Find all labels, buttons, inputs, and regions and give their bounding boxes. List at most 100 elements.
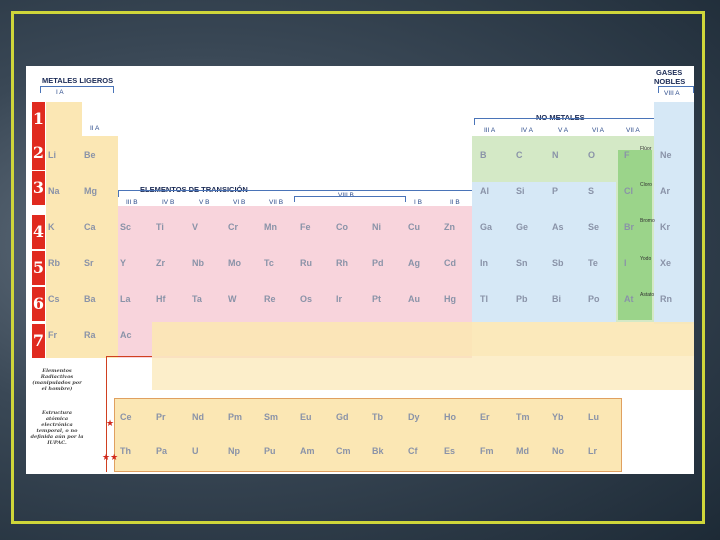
period-3-marker: 3 <box>32 171 45 205</box>
element-symbol-np: Np <box>228 446 240 456</box>
element-symbol-b: B <box>480 150 487 160</box>
element-symbol-sn: Sn <box>516 258 528 268</box>
element-symbol-v: V <box>192 222 199 232</box>
element-symbol-pr: Pr <box>156 412 166 422</box>
periodic-table-sheet: METALES LIGEROS I A II A GASES NOBLES VI… <box>26 66 694 474</box>
radioactive-note: Elementos Radiactivos (manipulados por e… <box>32 368 82 392</box>
element-symbol-cl: Cl <box>624 186 633 196</box>
element-symbol-p: P <box>552 186 559 196</box>
element-symbol-tb: Tb <box>372 412 383 422</box>
element-symbol-bi: Bi <box>552 294 561 304</box>
halogen-name-cl: Cloro <box>640 182 652 188</box>
lanthanide-actinide-block <box>114 398 622 472</box>
element-symbol-am: Am <box>300 446 315 456</box>
element-symbol-pa: Pa <box>156 446 168 456</box>
element-symbol-mn: Mn <box>264 222 277 232</box>
noble-gases-header-2: NOBLES <box>654 77 686 86</box>
viii-b-bracket <box>294 196 406 202</box>
element-symbol-ag: Ag <box>408 258 420 268</box>
element-symbol-cf: Cf <box>408 446 418 456</box>
actinide-stars-icon: ★★ <box>102 452 119 462</box>
element-symbol-te: Te <box>588 258 598 268</box>
element-symbol-sr: Sr <box>84 258 94 268</box>
element-symbol-zn: Zn <box>444 222 455 232</box>
element-symbol-er: Er <box>480 412 490 422</box>
element-symbol-s: S <box>588 186 595 196</box>
element-symbol-i: I <box>624 258 627 268</box>
element-symbol-as: As <box>552 222 564 232</box>
group-iiia-label: III A <box>484 127 496 134</box>
group-iib-label: II B <box>450 199 460 206</box>
element-symbol-nd: Nd <box>192 412 204 422</box>
group-iia-block <box>82 136 118 358</box>
element-symbol-tl: Tl <box>480 294 488 304</box>
element-symbol-ce: Ce <box>120 412 132 422</box>
element-symbol-xe: Xe <box>660 258 672 268</box>
element-symbol-n: N <box>552 150 559 160</box>
non-metals-bracket <box>474 118 656 125</box>
element-symbol-sc: Sc <box>120 222 132 232</box>
element-symbol-ar: Ar <box>660 186 671 196</box>
element-symbol-ta: Ta <box>192 294 202 304</box>
element-symbol-ga: Ga <box>480 222 493 232</box>
element-symbol-ni: Ni <box>372 222 381 232</box>
period-1-marker: 1 <box>32 102 45 136</box>
group-iia-label: II A <box>90 125 100 132</box>
element-symbol-zr: Zr <box>156 258 165 268</box>
element-symbol-pu: Pu <box>264 446 276 456</box>
element-symbol-co: Co <box>336 222 348 232</box>
element-symbol-y: Y <box>120 258 127 268</box>
period-5-marker: 5 <box>32 251 45 285</box>
element-symbol-br: Br <box>624 222 635 232</box>
group-ib-label: I B <box>414 199 422 206</box>
element-symbol-rh: Rh <box>336 258 348 268</box>
group-ivb-label: IV B <box>162 199 175 206</box>
iupac-note: Estructura atómica electrónica temporal,… <box>30 410 84 446</box>
period-4-marker: 4 <box>32 215 45 249</box>
element-symbol-sm: Sm <box>264 412 279 422</box>
element-symbol-kr: Kr <box>660 222 671 232</box>
connector-line-top <box>106 356 152 357</box>
element-symbol-sb: Sb <box>552 258 564 268</box>
noble-gases-header-1: GASES <box>656 68 683 77</box>
element-symbol-dy: Dy <box>408 412 420 422</box>
element-symbol-pt: Pt <box>372 294 381 304</box>
halogen-name-br: Bromo <box>640 218 655 224</box>
element-symbol-cd: Cd <box>444 258 456 268</box>
group-va-label: V A <box>558 127 569 134</box>
period-7-marker: 7 <box>32 324 45 358</box>
element-symbol-la: La <box>120 294 131 304</box>
element-symbol-se: Se <box>588 222 600 232</box>
element-symbol-ti: Ti <box>156 222 164 232</box>
element-symbol-hf: Hf <box>156 294 166 304</box>
element-symbol-tm: Tm <box>516 412 530 422</box>
element-symbol-at: At <box>624 294 634 304</box>
group-vib-label: VI B <box>233 199 246 206</box>
element-symbol-cs: Cs <box>48 294 60 304</box>
period-8-block <box>152 356 694 390</box>
element-symbol-hg: Hg <box>444 294 456 304</box>
element-symbol-ge: Ge <box>516 222 529 232</box>
halogen-name-at: Astato <box>640 292 655 298</box>
element-symbol-in: In <box>480 258 488 268</box>
element-symbol-ho: Ho <box>444 412 456 422</box>
group-viia-label: VII A <box>626 127 640 134</box>
element-symbol-pd: Pd <box>372 258 384 268</box>
element-symbol-fr: Fr <box>48 330 57 340</box>
element-symbol-pb: Pb <box>516 294 528 304</box>
element-symbol-cr: Cr <box>228 222 239 232</box>
element-symbol-nb: Nb <box>192 258 204 268</box>
group-viiia-label: VIII A <box>664 90 680 97</box>
element-symbol-li: Li <box>48 150 56 160</box>
element-symbol-si: Si <box>516 186 525 196</box>
lanthanide-star-icon: ★ <box>106 418 115 428</box>
element-symbol-cu: Cu <box>408 222 420 232</box>
element-symbol-os: Os <box>300 294 313 304</box>
element-symbol-bk: Bk <box>372 446 384 456</box>
element-symbol-pm: Pm <box>228 412 243 422</box>
element-symbol-rb: Rb <box>48 258 60 268</box>
element-symbol-mg: Mg <box>84 186 97 196</box>
element-symbol-lu: Lu <box>588 412 599 422</box>
element-symbol-au: Au <box>408 294 420 304</box>
light-metals-bracket <box>40 86 114 93</box>
